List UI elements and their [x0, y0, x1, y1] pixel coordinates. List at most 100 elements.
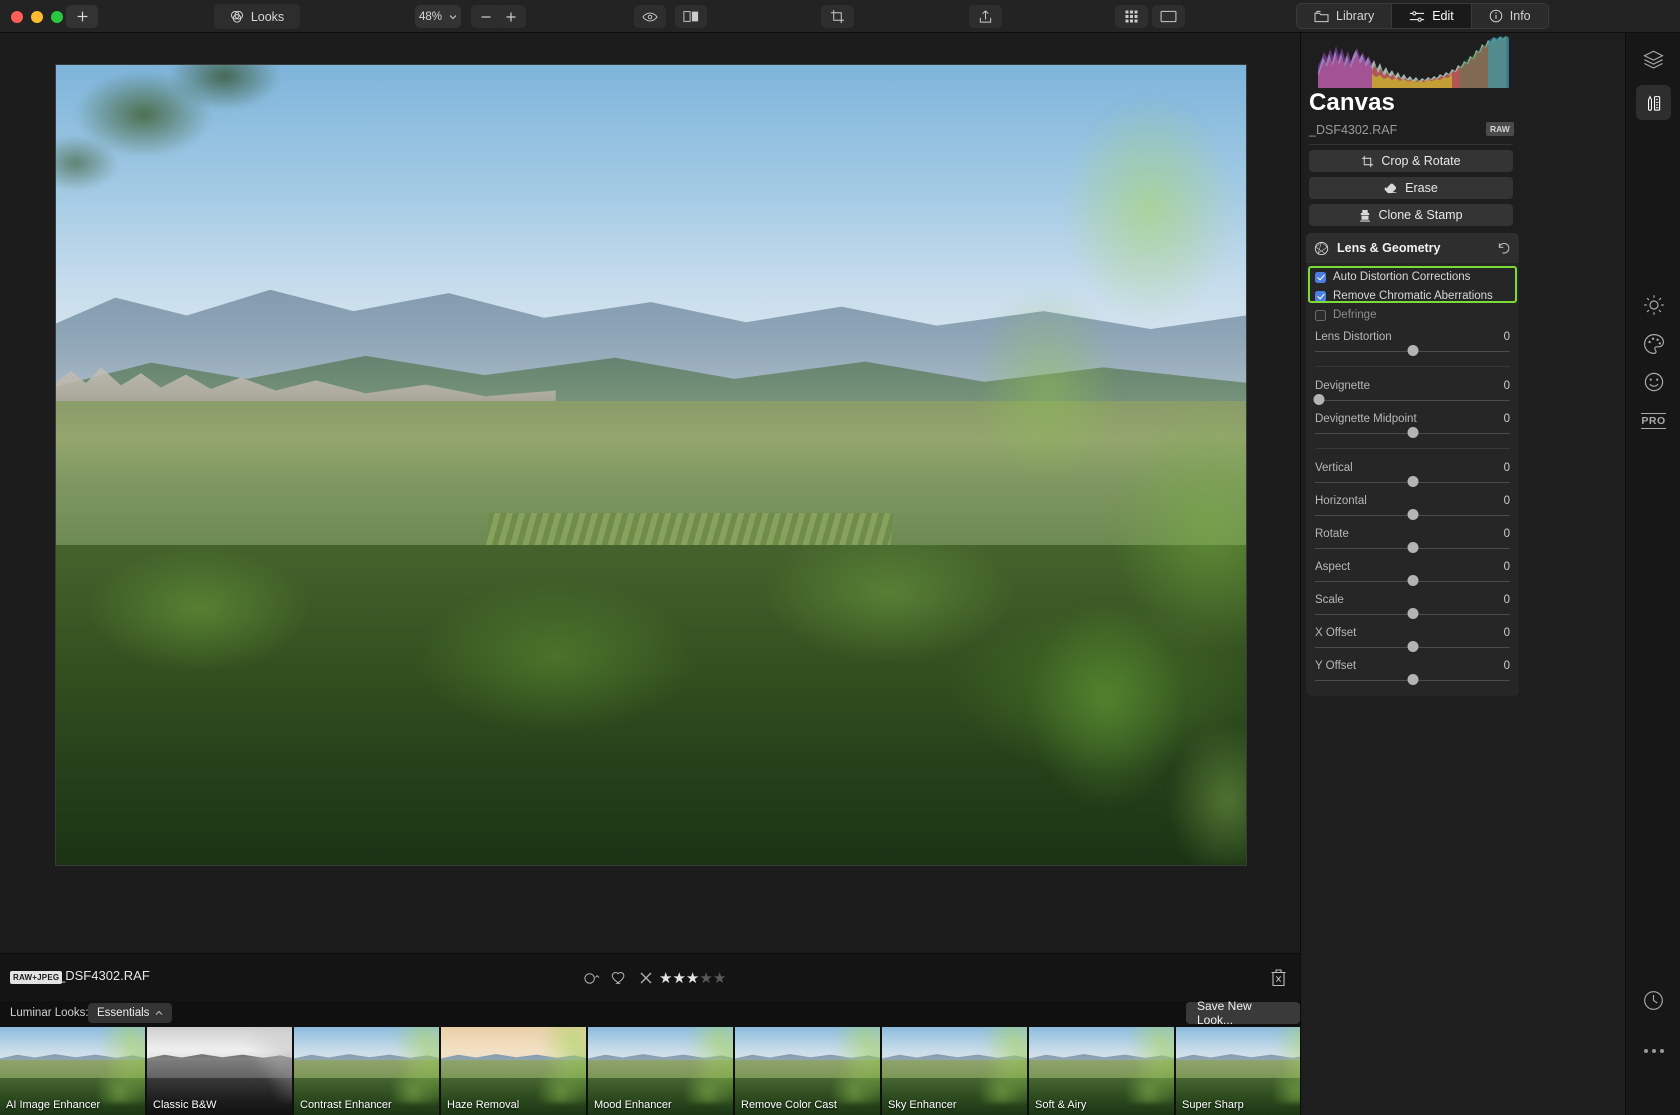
tab-library[interactable]: Library — [1297, 4, 1393, 28]
slider-knob[interactable] — [1407, 575, 1418, 586]
color-label-button[interactable] — [578, 967, 605, 989]
rail-color-button[interactable] — [1636, 326, 1671, 361]
light-icon — [1643, 294, 1664, 315]
looks-category-dropdown[interactable]: Essentials — [88, 1003, 173, 1023]
module-reset-button[interactable] — [1497, 241, 1511, 255]
look-thumbnail[interactable]: Super Sharp — [1176, 1027, 1300, 1115]
auto-distortion-corrections-checkbox-row[interactable]: Auto Distortion Corrections — [1306, 268, 1519, 286]
info-icon — [1489, 9, 1503, 23]
star-5[interactable]: ★ — [713, 971, 726, 986]
slider-track[interactable] — [1315, 608, 1510, 620]
slider-track[interactable] — [1315, 509, 1510, 521]
slider-knob[interactable] — [1407, 509, 1418, 520]
star-2[interactable]: ★ — [672, 971, 685, 986]
minimize-window-button[interactable] — [31, 11, 43, 23]
rail-history-button[interactable] — [1636, 983, 1671, 1018]
remove-chromatic-aberrations-checkbox-row[interactable]: Remove Chromatic Aberrations — [1306, 287, 1519, 305]
clone-and-stamp-button[interactable]: Clone & Stamp — [1309, 204, 1513, 226]
slider-devignette[interactable]: Devignette 0 — [1306, 380, 1519, 406]
star-1[interactable]: ★ — [659, 971, 672, 986]
slider-label: Devignette Midpoint — [1315, 413, 1417, 425]
chevron-down-icon — [449, 14, 457, 19]
preview-toggle-button[interactable] — [634, 5, 666, 28]
grid-view-button[interactable] — [1115, 5, 1148, 28]
slider-horizontal[interactable]: Horizontal 0 — [1306, 495, 1519, 521]
module-title: Lens & Geometry — [1337, 241, 1441, 255]
single-view-button[interactable] — [1152, 5, 1185, 28]
rail-light-button[interactable] — [1636, 287, 1671, 322]
photo-foreground-forest — [56, 545, 1246, 865]
star-4[interactable]: ★ — [699, 971, 712, 986]
look-thumbnail[interactable]: AI Image Enhancer — [0, 1027, 145, 1115]
clone-and-stamp-label: Clone & Stamp — [1378, 208, 1463, 222]
look-thumbnail[interactable]: Sky Enhancer — [882, 1027, 1027, 1115]
tab-info[interactable]: Info — [1472, 4, 1548, 28]
slider-track[interactable] — [1315, 427, 1510, 439]
compare-before-after-button[interactable] — [675, 5, 707, 28]
slider-track[interactable] — [1315, 641, 1510, 653]
slider-track[interactable] — [1313, 394, 1510, 406]
slider-devignette-midpoint[interactable]: Devignette Midpoint 0 — [1306, 413, 1519, 439]
look-thumbnail[interactable]: Classic B&W — [147, 1027, 292, 1115]
module-header[interactable]: Lens & Geometry — [1306, 233, 1519, 263]
stamp-icon — [1360, 209, 1371, 222]
aperture-icon — [1314, 241, 1329, 255]
slider-track[interactable] — [1315, 345, 1510, 357]
share-icon — [979, 10, 992, 23]
remove-chromatic-aberrations-checkbox[interactable] — [1315, 290, 1326, 302]
slider-y-offset[interactable]: Y Offset 0 — [1306, 660, 1519, 686]
looks-header: Luminar Looks: Essentials Save New Look.… — [0, 999, 1300, 1027]
slider-value: 0 — [1503, 380, 1510, 392]
slider-x-offset[interactable]: X Offset 0 — [1306, 627, 1519, 653]
look-thumbnail[interactable]: Remove Color Cast — [735, 1027, 880, 1115]
auto-distortion-corrections-checkbox[interactable] — [1315, 271, 1326, 283]
star-3[interactable]: ★ — [686, 971, 699, 986]
photo-preview[interactable] — [55, 64, 1247, 866]
crop-icon — [1362, 155, 1374, 167]
erase-button[interactable]: Erase — [1309, 177, 1513, 199]
slider-track[interactable] — [1315, 476, 1510, 488]
slider-knob[interactable] — [1407, 542, 1418, 553]
favorite-button[interactable] — [605, 967, 632, 989]
reject-button[interactable] — [632, 967, 659, 989]
slider-lens-distortion[interactable]: Lens Distortion 0 — [1306, 331, 1519, 357]
zoom-in-button[interactable] — [496, 5, 526, 28]
slider-knob[interactable] — [1407, 674, 1418, 685]
slider-knob[interactable] — [1407, 427, 1418, 438]
rail-layers-button[interactable] — [1636, 42, 1671, 77]
save-new-look-button[interactable]: Save New Look... — [1186, 999, 1300, 1027]
look-thumbnail[interactable]: Haze Removal — [441, 1027, 586, 1115]
zoom-level-dropdown[interactable]: 48% — [415, 5, 461, 28]
look-thumbnail[interactable]: Contrast Enhancer — [294, 1027, 439, 1115]
rail-essentials-button[interactable] — [1636, 85, 1671, 120]
rail-portrait-button[interactable] — [1636, 364, 1671, 399]
slider-knob[interactable] — [1313, 394, 1325, 405]
slider-scale[interactable]: Scale 0 — [1306, 594, 1519, 620]
look-thumbnail[interactable]: Soft & Airy — [1029, 1027, 1174, 1115]
slider-track[interactable] — [1315, 575, 1510, 587]
looks-button[interactable]: Looks — [214, 4, 300, 29]
delete-image-button[interactable] — [1270, 968, 1290, 990]
share-export-button[interactable] — [969, 5, 1002, 28]
crop-and-rotate-button[interactable]: Crop & Rotate — [1309, 150, 1513, 172]
rail-more-button[interactable] — [1636, 1033, 1671, 1068]
add-image-button[interactable] — [66, 5, 98, 28]
slider-knob[interactable] — [1407, 608, 1418, 619]
slider-knob[interactable] — [1407, 345, 1418, 356]
crop-tool-button[interactable] — [821, 5, 854, 28]
slider-track[interactable] — [1315, 542, 1510, 554]
looks-thumbnail-strip[interactable]: AI Image Enhancer Classic B&W Contrast E… — [0, 1027, 1300, 1115]
slider-rotate[interactable]: Rotate 0 — [1306, 528, 1519, 554]
slider-track[interactable] — [1315, 674, 1510, 686]
maximize-window-button[interactable] — [51, 11, 63, 23]
look-thumbnail[interactable]: Mood Enhancer — [588, 1027, 733, 1115]
close-window-button[interactable] — [11, 11, 23, 23]
slider-aspect[interactable]: Aspect 0 — [1306, 561, 1519, 587]
rail-pro-button[interactable]: PRO — [1636, 403, 1671, 438]
slider-vertical[interactable]: Vertical 0 — [1306, 462, 1519, 488]
defringe-checkbox[interactable] — [1315, 309, 1326, 321]
slider-knob[interactable] — [1407, 641, 1418, 652]
tab-edit[interactable]: Edit — [1392, 4, 1472, 28]
defringe-checkbox-row[interactable]: Defringe — [1306, 306, 1519, 324]
slider-knob[interactable] — [1407, 476, 1418, 487]
